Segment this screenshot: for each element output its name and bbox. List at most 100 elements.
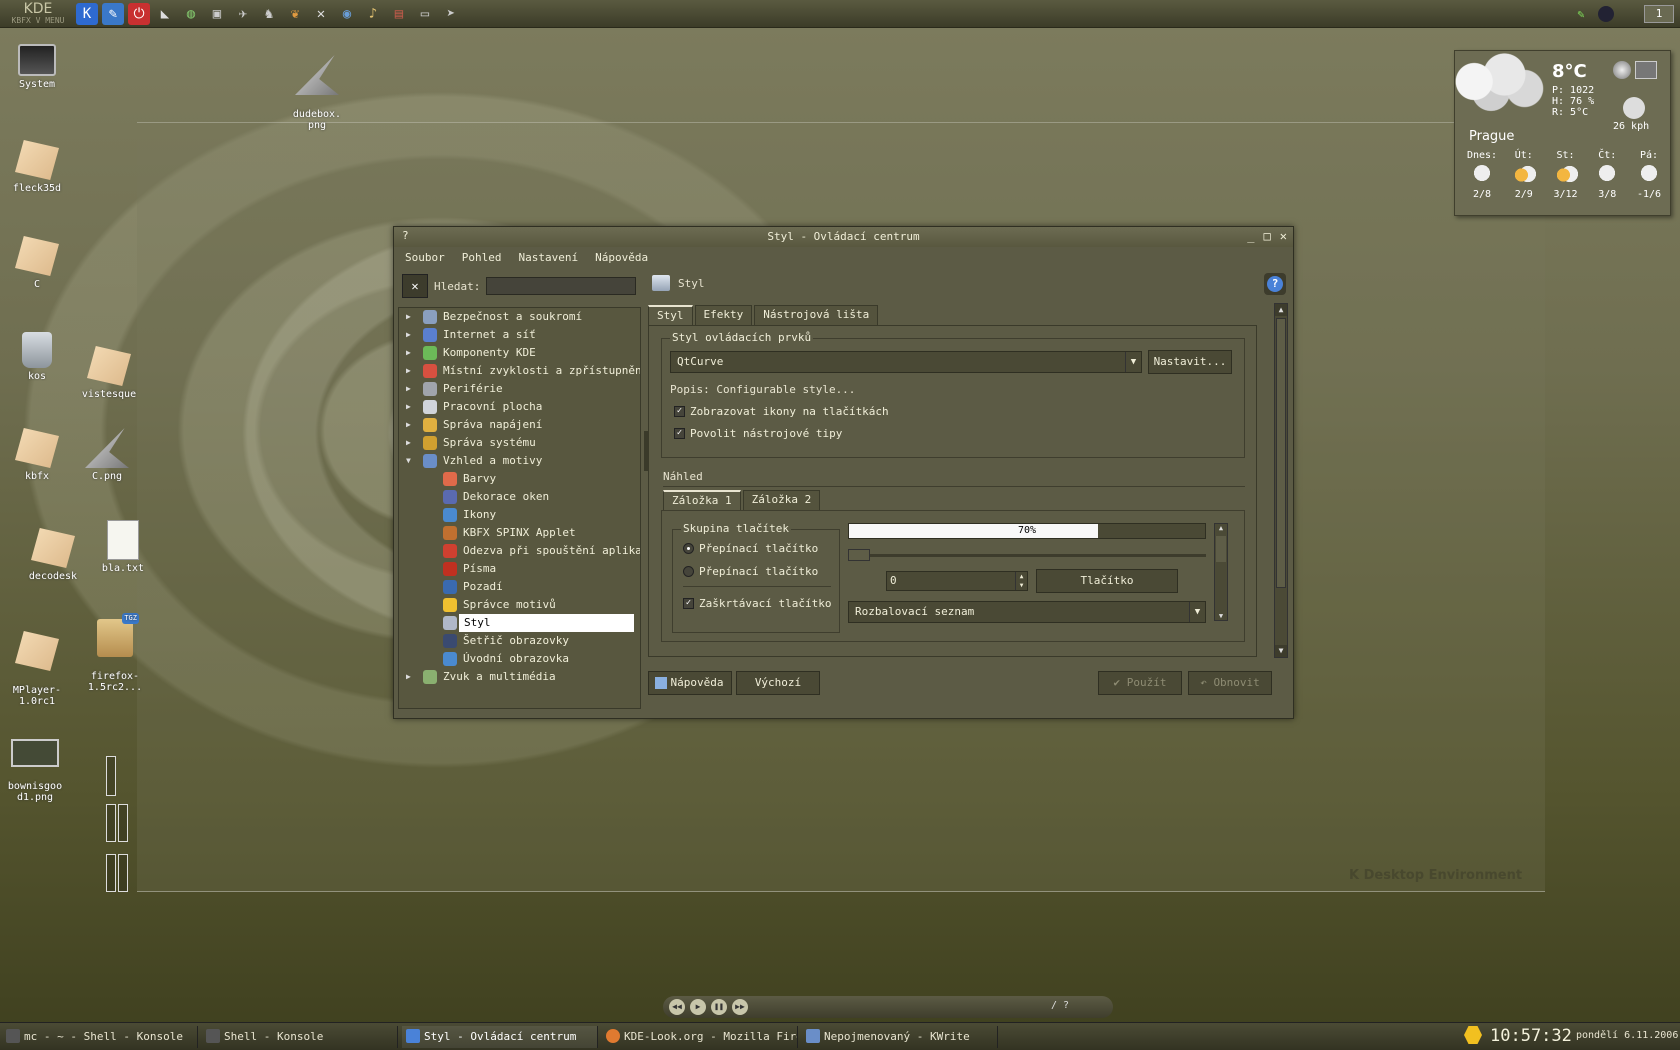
minimize-button[interactable]: _ <box>1247 229 1254 243</box>
collapsed-arrow-icon[interactable]: ▶ <box>406 344 411 362</box>
next-icon[interactable]: ▶▶ <box>732 999 748 1015</box>
style-combobox[interactable]: QtCurve ▼ <box>670 351 1142 373</box>
task-firefox[interactable]: KDE-Look.org - Mozilla Firef <box>602 1026 798 1048</box>
expanded-arrow-icon[interactable]: ▼ <box>406 452 411 470</box>
scroll-thumb[interactable] <box>1216 536 1226 562</box>
tree-item[interactable]: Barvy <box>399 470 640 488</box>
tree-item[interactable]: ▶ Zvuk a multimédia <box>399 668 640 686</box>
collapsed-arrow-icon[interactable]: ▶ <box>406 434 411 452</box>
collapsed-arrow-icon[interactable]: ▶ <box>406 380 411 398</box>
desktop-icon-mplayer[interactable]: MPlayer- 1.0rc1 <box>2 620 72 718</box>
tree-item[interactable]: ▼ Vzhled a motivy <box>399 452 640 470</box>
help-button[interactable]: Nápověda <box>648 671 732 695</box>
menu-soubor[interactable]: Soubor <box>405 247 445 269</box>
tree-item[interactable]: ▶ Periférie <box>399 380 640 398</box>
tree-item[interactable]: Styl <box>399 614 640 632</box>
desktop-pager[interactable]: 1 <box>1644 5 1674 23</box>
preview-tab-2[interactable]: Záložka 2 <box>742 490 821 510</box>
tree-item[interactable]: ▶ Správa napájení <box>399 416 640 434</box>
default-button[interactable]: Výchozí <box>736 671 820 695</box>
search-input[interactable] <box>486 277 637 295</box>
collapsed-arrow-icon[interactable]: ▶ <box>406 416 411 434</box>
tree-item[interactable]: Šetřič obrazovky <box>399 632 640 650</box>
pause-icon[interactable]: ❚❚ <box>711 999 727 1015</box>
close-button[interactable]: ✕ <box>1280 229 1287 243</box>
tree-item[interactable]: Správce motivů <box>399 596 640 614</box>
tree-item[interactable]: Pozadí <box>399 578 640 596</box>
clear-search-button[interactable]: ✕ <box>402 274 428 298</box>
apply-button[interactable]: ✔ Použít <box>1098 671 1182 695</box>
desktop-icon-cpng[interactable]: C.png <box>72 428 142 482</box>
configure-button[interactable]: Nastavit... <box>1148 350 1232 374</box>
module-help-button[interactable]: ? <box>1264 273 1286 295</box>
collapsed-arrow-icon[interactable]: ▶ <box>406 668 411 686</box>
film-icon[interactable]: ▤ <box>388 3 410 25</box>
globe-icon[interactable]: ◍ <box>180 3 202 25</box>
scroll-up-icon[interactable]: ▲ <box>1275 304 1287 316</box>
tree-item[interactable]: Ikony <box>399 506 640 524</box>
arrow-icon[interactable]: ➤ <box>440 3 462 25</box>
status-dot-icon[interactable] <box>1598 6 1614 22</box>
desktop-icon-c[interactable]: C <box>2 236 72 290</box>
collapsed-arrow-icon[interactable]: ▶ <box>406 362 411 380</box>
radio-button-2[interactable]: Přepínací tlačítko <box>683 565 818 578</box>
tree-item[interactable]: ▶ Bezpečnost a soukromí <box>399 308 640 326</box>
date[interactable]: pondělí 6.11.2006 <box>1576 1030 1678 1041</box>
task-control-center[interactable]: Styl - Ovládací centrum <box>402 1026 598 1048</box>
tree-item[interactable]: ▶ Správa systému <box>399 434 640 452</box>
reset-button[interactable]: ↶ Obnovit <box>1188 671 1272 695</box>
desktop-icon-bownisgood[interactable]: bownisgoo d1.png <box>0 728 70 814</box>
collapsed-arrow-icon[interactable]: ▶ <box>406 398 411 416</box>
spin-box[interactable]: 0 ▲ ▼ <box>886 571 1028 591</box>
tree-item[interactable]: Odezva při spouštění aplikací <box>399 542 640 560</box>
scroll-down-icon[interactable]: ▼ <box>1275 645 1287 657</box>
tools-icon[interactable]: ✕ <box>310 3 332 25</box>
desktop-icon-kbfx[interactable]: kbfx <box>2 428 72 482</box>
desktop-icon-vistesque[interactable]: vistesque <box>74 346 144 400</box>
plane-icon[interactable]: ✈ <box>232 3 254 25</box>
maximize-button[interactable]: □ <box>1264 229 1271 243</box>
previous-icon[interactable]: ◀◀ <box>669 999 685 1015</box>
menu-pohled[interactable]: Pohled <box>462 247 502 269</box>
tree-item[interactable]: Písma <box>399 560 640 578</box>
preview-button[interactable]: Tlačítko <box>1036 569 1178 593</box>
pen-icon[interactable]: ✎ <box>1570 3 1592 25</box>
dragon-icon[interactable]: ❦ <box>284 3 306 25</box>
clock[interactable]: 10:57:32 <box>1490 1026 1572 1046</box>
tab-efekty[interactable]: Efekty <box>694 305 753 325</box>
desktop-icon-blatxt[interactable]: bla.txt <box>88 520 158 574</box>
monitor-icon[interactable]: ▣ <box>206 3 228 25</box>
desktop-icon-decodesk[interactable]: decodesk <box>18 528 88 582</box>
task-konsole-shell[interactable]: Shell - Konsole <box>202 1026 398 1048</box>
desktop-icon-dudebox[interactable]: dudebox. png <box>282 44 352 142</box>
preview-slider[interactable] <box>848 549 1206 561</box>
collapsed-arrow-icon[interactable]: ▶ <box>406 326 411 344</box>
tree-item[interactable]: ▶ Internet a síť <box>399 326 640 344</box>
preview-dropdown[interactable]: Rozbalovací seznam ▼ <box>848 601 1206 623</box>
tab-nastrojova-lista[interactable]: Nástrojová lišta <box>754 305 879 325</box>
desktop-icon-fleck35d[interactable]: fleck35d <box>2 140 72 194</box>
menu-napoveda[interactable]: Nápověda <box>595 247 648 269</box>
desktop-icon-trash[interactable]: kos <box>2 332 72 382</box>
screen-icon[interactable]: ▭ <box>414 3 436 25</box>
tree-item[interactable]: KBFX SPINX Applet <box>399 524 640 542</box>
firefox-icon[interactable]: ◉ <box>336 3 358 25</box>
scroll-up-icon[interactable]: ▲ <box>1215 524 1227 532</box>
tooltips-checkbox[interactable]: ✓ Povolit nástrojové tipy <box>674 427 842 440</box>
tab-styl[interactable]: Styl <box>648 305 693 325</box>
collapsed-arrow-icon[interactable]: ▶ <box>406 308 411 326</box>
tree-item[interactable]: ▶ Komponenty KDE <box>399 344 640 362</box>
scroll-thumb[interactable] <box>1276 318 1286 588</box>
slider-handle[interactable] <box>848 549 870 561</box>
kde-menu-icon[interactable]: K <box>76 3 98 25</box>
show-icons-checkbox[interactable]: ✓ Zobrazovat ikony na tlačítkách <box>674 405 889 418</box>
scroll-down-icon[interactable]: ▼ <box>1215 612 1227 620</box>
tree-item[interactable]: Úvodní obrazovka <box>399 650 640 668</box>
tree-item[interactable]: Dekorace oken <box>399 488 640 506</box>
preview-scrollbar[interactable]: ▲ ▼ <box>1214 523 1228 621</box>
menu-nastaveni[interactable]: Nastavení <box>519 247 579 269</box>
desktop-icon-firefox-tgz[interactable]: TGZ firefox- 1.5rc2... <box>80 608 150 704</box>
shark-icon[interactable]: ◣ <box>154 3 176 25</box>
kwrite-icon[interactable]: ✎ <box>102 3 124 25</box>
kbfx-menu-button[interactable]: KDE KBFX V MENU <box>4 2 72 26</box>
